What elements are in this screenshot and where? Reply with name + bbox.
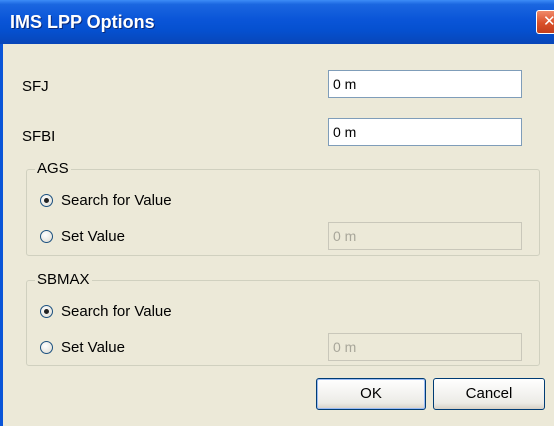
ags-value-input (328, 222, 522, 250)
ags-group-title: AGS (35, 160, 71, 178)
ags-search-label: Search for Value (61, 192, 172, 209)
sfj-input[interactable] (328, 70, 522, 98)
sbmax-search-label: Search for Value (61, 303, 172, 320)
sbmax-set-label: Set Value (61, 339, 125, 356)
cancel-button[interactable]: Cancel (433, 378, 545, 410)
sbmax-group-title: SBMAX (35, 271, 92, 289)
window-frame (0, 44, 3, 426)
sbmax-set-option[interactable]: Set Value (40, 339, 125, 356)
options-dialog: IMS LPP Options ✕ SFJ SFBI AGS Search fo… (0, 0, 554, 426)
sfbi-input[interactable] (328, 118, 522, 146)
ags-set-option[interactable]: Set Value (40, 228, 125, 245)
ags-set-radio[interactable] (40, 230, 53, 243)
ags-set-label: Set Value (61, 228, 125, 245)
title-bar[interactable]: IMS LPP Options ✕ (0, 0, 554, 44)
close-button[interactable]: ✕ (536, 10, 554, 34)
sbmax-search-option[interactable]: Search for Value (40, 303, 172, 320)
ags-search-option[interactable]: Search for Value (40, 192, 172, 209)
ok-button[interactable]: OK (316, 378, 426, 410)
sbmax-value-input (328, 333, 522, 361)
sfbi-label: SFBI (22, 128, 56, 145)
close-icon: ✕ (543, 13, 554, 30)
sbmax-set-radio[interactable] (40, 341, 53, 354)
sfj-label: SFJ (22, 78, 49, 95)
ags-search-radio[interactable] (40, 194, 53, 207)
sbmax-search-radio[interactable] (40, 305, 53, 318)
window-title: IMS LPP Options (10, 12, 155, 32)
